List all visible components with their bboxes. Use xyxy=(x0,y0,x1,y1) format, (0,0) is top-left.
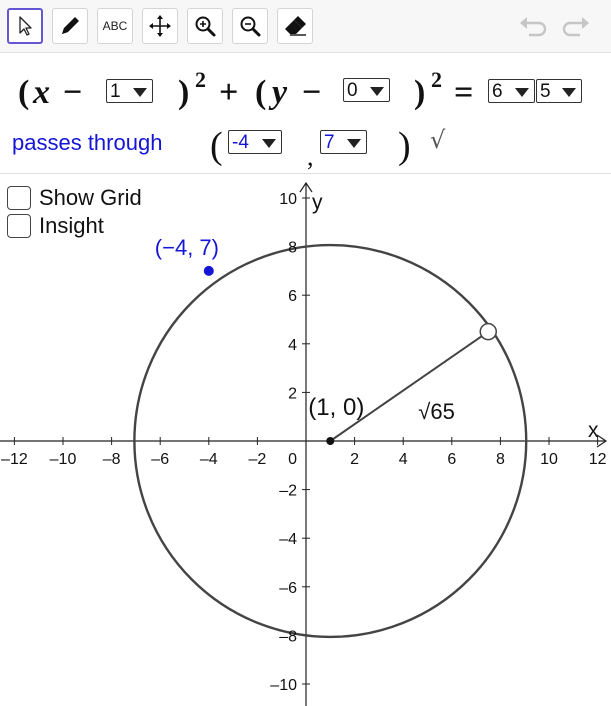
dropdown-arrow-icon xyxy=(370,87,384,96)
y-tick-label: –4 xyxy=(279,531,297,548)
text-abc-icon: ABC xyxy=(102,19,128,33)
redo-button[interactable] xyxy=(560,10,594,44)
pencil-icon xyxy=(62,17,79,34)
square-exponent: 2 xyxy=(431,67,442,92)
dropdown-arrow-icon xyxy=(133,88,147,97)
y-tick-label: 4 xyxy=(288,337,297,354)
show-grid-checkbox[interactable]: Show Grid xyxy=(7,186,142,210)
rhs-first-digit-dropdown[interactable]: 6 xyxy=(488,79,535,103)
coordinate-plane[interactable]: x y –12 –10 –8 –6 –4 –2 2 4 6 8 10 12 –10 –8 –6 –4 –2 2 4 6 8 1… xyxy=(0,180,611,706)
x-tick-label: –10 xyxy=(50,451,77,468)
given-point xyxy=(203,265,214,276)
insight-label: Insight xyxy=(39,213,104,238)
h-value-dropdown[interactable]: 1 xyxy=(106,79,153,103)
y-tick-label: –8 xyxy=(279,628,297,645)
minus-sign: − xyxy=(63,74,83,111)
cursor-arrow-icon xyxy=(19,16,32,36)
open-paren: ( xyxy=(18,74,30,111)
rhs-second-digit-dropdown[interactable]: 5 xyxy=(536,79,582,103)
x-tick-label: –4 xyxy=(200,451,218,468)
zoom-out-icon xyxy=(240,16,261,37)
radius-label: √65 xyxy=(418,399,455,424)
dropdown-arrow-icon xyxy=(262,139,276,148)
x-tick-label: 12 xyxy=(589,451,607,468)
zoom-in-icon xyxy=(195,16,216,37)
k-value: 0 xyxy=(347,79,358,101)
point-comma: , xyxy=(307,142,314,171)
y-tick-label: 6 xyxy=(288,288,297,305)
text-tool-button[interactable]: ABC xyxy=(97,8,133,44)
point-y-value: 7 xyxy=(324,131,335,153)
x-tick-label: 10 xyxy=(540,451,558,468)
zoom-out-tool-button[interactable] xyxy=(232,8,268,44)
x-axis-label: x xyxy=(588,419,599,442)
zoom-in-tool-button[interactable] xyxy=(187,8,223,44)
open-paren: ( xyxy=(255,74,267,111)
radius-point-handle[interactable] xyxy=(479,322,497,341)
x-tick-label: 8 xyxy=(496,451,505,468)
y-tick-label: 8 xyxy=(288,240,297,257)
rhs-second-digit: 5 xyxy=(540,80,551,102)
eraser-tool-button[interactable] xyxy=(277,8,313,44)
dropdown-arrow-icon xyxy=(515,88,529,97)
close-paren: ) xyxy=(178,74,190,111)
point-open-paren: ( xyxy=(210,125,223,167)
origin-label: 0 xyxy=(288,451,297,468)
pen-tool-button[interactable] xyxy=(52,8,88,44)
h-value: 1 xyxy=(110,80,121,102)
square-exponent: 2 xyxy=(195,67,206,92)
close-paren: ) xyxy=(414,74,426,111)
variable-x: x xyxy=(33,74,50,111)
center-label: (1, 0) xyxy=(308,394,364,421)
variable-y: y xyxy=(272,74,288,111)
x-tick-label: –12 xyxy=(1,451,28,468)
equals-sign: = xyxy=(454,74,474,111)
equation-panel: ( x − 1 ) 2 + ( y − 0 ) 2 = 6 5 xyxy=(0,53,611,174)
point-y-dropdown[interactable]: 7 xyxy=(320,130,367,154)
minus-sign: − xyxy=(302,74,322,111)
plus-sign: + xyxy=(219,74,239,111)
y-tick-label: –10 xyxy=(270,677,297,694)
show-grid-label: Show Grid xyxy=(39,185,142,210)
undo-icon xyxy=(520,17,547,37)
point-x-value: -4 xyxy=(232,131,249,153)
show-grid-checkbox-box[interactable] xyxy=(7,186,31,210)
move-graphics-tool-button[interactable] xyxy=(142,8,178,44)
x-tick-label: –6 xyxy=(151,451,169,468)
radius-segment xyxy=(329,330,489,442)
given-point-label: (−4, 7) xyxy=(155,235,219,260)
y-tick-label: 10 xyxy=(279,191,297,208)
check-mark: √ xyxy=(430,126,446,154)
x-tick-label: 6 xyxy=(447,451,456,468)
point-x-dropdown[interactable]: -4 xyxy=(228,130,282,154)
y-tick-label: –6 xyxy=(279,580,297,597)
dropdown-arrow-icon xyxy=(347,139,361,148)
insight-checkbox-box[interactable] xyxy=(7,214,31,238)
redo-icon xyxy=(562,17,589,37)
undo-button[interactable] xyxy=(515,10,549,44)
move-tool-button[interactable] xyxy=(7,8,43,44)
move-arrows-icon xyxy=(149,15,171,37)
center-point xyxy=(326,437,335,445)
insight-checkbox[interactable]: Insight xyxy=(7,214,104,238)
eraser-icon xyxy=(285,16,306,36)
point-close-paren: ) xyxy=(398,125,411,167)
x-tick-label: –2 xyxy=(249,451,267,468)
y-axis-label: y xyxy=(312,191,323,214)
graphics-view[interactable]: x y –12 –10 –8 –6 –4 –2 2 4 6 8 10 12 –10 –8 –6 –4 –2 2 4 6 8 1… xyxy=(0,180,611,706)
toolbar: ABC xyxy=(0,0,611,53)
x-tick-label: 4 xyxy=(399,451,408,468)
y-tick-label: –2 xyxy=(279,483,297,500)
passes-through-label: passes through xyxy=(12,130,163,155)
rhs-first-digit: 6 xyxy=(492,80,503,102)
x-tick-label: 2 xyxy=(350,451,359,468)
y-tick-label: 2 xyxy=(288,385,297,402)
x-tick-label: –8 xyxy=(103,451,121,468)
k-value-dropdown[interactable]: 0 xyxy=(343,78,390,102)
dropdown-arrow-icon xyxy=(562,88,576,97)
